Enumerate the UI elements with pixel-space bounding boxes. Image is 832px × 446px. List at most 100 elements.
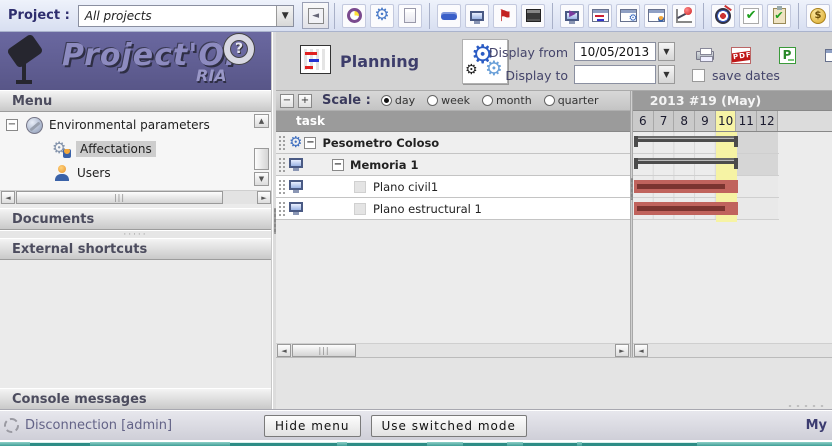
window-person-icon	[648, 9, 665, 22]
menu-horizontal-scrollbar[interactable]: ◄ ||| ►	[0, 190, 271, 204]
scale-option-label[interactable]: month	[496, 94, 532, 107]
print-button[interactable]	[692, 44, 718, 66]
activity-button[interactable]	[521, 4, 545, 28]
resize-grip-icon[interactable]	[786, 404, 826, 408]
scroll-left-icon[interactable]: ◄	[277, 344, 291, 357]
scale-radio-week[interactable]	[427, 95, 438, 106]
task-pane-hscrollbar[interactable]: ◄ ||| ►	[276, 343, 630, 357]
display-from-input[interactable]: 10/05/2013	[574, 42, 656, 61]
computer-play-icon: ▶	[565, 11, 579, 21]
switch-mode-button[interactable]: Use switched mode	[371, 415, 527, 437]
task-bar[interactable]	[634, 180, 738, 193]
planning-window-button[interactable]	[588, 4, 612, 28]
zoom-out-button[interactable]: −	[280, 94, 294, 108]
menu-vertical-scrollbar[interactable]: ▲ ▼	[254, 114, 269, 186]
task-label[interactable]: Memoria 1	[350, 158, 419, 172]
validate-button[interactable]: ✔	[739, 4, 763, 28]
scale-radio-month[interactable]	[482, 95, 493, 106]
back-button[interactable]: ◄	[302, 2, 329, 29]
task-label[interactable]: Pesometro Coloso	[322, 136, 439, 150]
sidebar: Project'Or ? RIA Menu − Environmental pa…	[0, 32, 272, 410]
tree-node-environmental-parameters[interactable]: − Environmental parameters	[6, 114, 210, 136]
console-section-header[interactable]: Console messages	[0, 388, 271, 410]
hide-menu-button[interactable]: Hide menu	[264, 415, 360, 437]
save-dates-checkbox[interactable]	[692, 69, 705, 82]
tree-node-affectations[interactable]: ⚙ Affectations	[52, 138, 156, 160]
gantt-pane-hscrollbar[interactable]: ◄	[633, 343, 832, 357]
report-button[interactable]	[672, 4, 696, 28]
export-msproject-button[interactable]: P	[774, 44, 800, 66]
display-from-dropdown-icon[interactable]: ▼	[658, 42, 675, 61]
task-row[interactable]: ⚙ − Pesometro Coloso	[276, 132, 630, 154]
budget-button[interactable]: $	[806, 4, 830, 28]
ticket-button[interactable]	[437, 4, 461, 28]
chevron-down-icon[interactable]: ▼	[276, 6, 293, 26]
section-splitter[interactable]: ·····	[0, 230, 271, 238]
green-check-icon: ✔	[743, 8, 759, 24]
shortcuts-section-header[interactable]: External shortcuts	[0, 238, 271, 260]
project-label: Project :	[8, 8, 70, 23]
task-row[interactable]: Plano civil1	[276, 176, 630, 198]
affectations-gear-person-icon: ⚙	[52, 140, 70, 158]
scale-radio-day[interactable]	[381, 95, 392, 106]
scroll-right-icon[interactable]: ►	[257, 191, 271, 204]
task-row[interactable]: Plano estructural 1	[276, 198, 630, 220]
tree-node-label[interactable]: Users	[77, 166, 111, 180]
scale-radio-quarter[interactable]	[544, 95, 555, 106]
disconnection-link[interactable]: Disconnection [admin]	[25, 418, 172, 433]
collapse-toggle-icon[interactable]: −	[6, 119, 18, 131]
scale-option-label[interactable]: day	[395, 94, 415, 107]
scroll-right-icon[interactable]: ►	[615, 344, 629, 357]
scroll-up-icon[interactable]: ▲	[254, 114, 269, 128]
tree-node-label[interactable]: Affectations	[76, 141, 156, 157]
checklist-button[interactable]: ✔	[767, 4, 791, 28]
computer-button[interactable]	[465, 4, 489, 28]
drag-handle-icon[interactable]	[278, 179, 287, 195]
task-label[interactable]: Plano civil1	[373, 180, 438, 194]
projector-button[interactable]	[342, 4, 366, 28]
scroll-down-icon[interactable]: ▼	[254, 172, 269, 186]
day-cell: 12	[757, 111, 778, 131]
scale-option-label[interactable]: week	[441, 94, 470, 107]
preferences-button[interactable]: ⚙	[370, 4, 394, 28]
summary-bar[interactable]	[634, 158, 738, 164]
drag-handle-icon[interactable]	[278, 201, 287, 217]
collapse-toggle-icon[interactable]: −	[332, 159, 344, 171]
resources-window-button[interactable]	[644, 4, 668, 28]
document-button[interactable]	[398, 4, 422, 28]
computer-icon	[289, 180, 303, 190]
zoom-in-button[interactable]: +	[298, 94, 312, 108]
document-icon	[404, 8, 416, 23]
menu-section-header[interactable]: Menu	[0, 90, 271, 112]
display-to-dropdown-icon[interactable]: ▼	[658, 65, 675, 84]
scrollbar-thumb[interactable]: |||	[292, 344, 356, 357]
extra-export-button[interactable]	[820, 44, 832, 66]
bottom-taskbar-edge	[0, 440, 832, 446]
task-label[interactable]: Plano estructural 1	[373, 202, 482, 216]
task-row[interactable]: − Memoria 1	[276, 154, 630, 176]
computer-icon	[470, 11, 484, 21]
milestone-button[interactable]: ⚑	[493, 4, 517, 28]
scrollbar-thumb[interactable]: |||	[16, 191, 223, 204]
drag-handle-icon[interactable]	[278, 135, 287, 151]
disconnect-icon[interactable]	[4, 418, 19, 433]
day-cell: 9	[695, 111, 716, 131]
scroll-left-icon[interactable]: ◄	[1, 191, 15, 204]
tree-node-users[interactable]: Users	[55, 162, 111, 184]
drag-handle-icon[interactable]	[278, 157, 287, 173]
session-button[interactable]: ▶	[560, 4, 584, 28]
target-button[interactable]	[711, 4, 735, 28]
display-to-input[interactable]	[574, 65, 656, 84]
summary-bar[interactable]	[634, 136, 738, 142]
scrollbar-thumb[interactable]	[254, 148, 269, 170]
collapse-toggle-icon[interactable]: −	[304, 137, 316, 149]
help-lifering-icon[interactable]: ?	[224, 34, 254, 64]
export-pdf-button[interactable]: PDF	[728, 44, 754, 66]
scale-option-label[interactable]: quarter	[558, 94, 599, 107]
tree-node-label[interactable]: Environmental parameters	[49, 118, 210, 132]
scroll-left-icon[interactable]: ◄	[634, 344, 648, 357]
task-bar[interactable]	[634, 202, 738, 215]
settings-window-button[interactable]: ⚙	[616, 4, 640, 28]
project-selector[interactable]: All projects ▼	[78, 5, 294, 27]
documents-section-header[interactable]: Documents	[0, 208, 271, 230]
